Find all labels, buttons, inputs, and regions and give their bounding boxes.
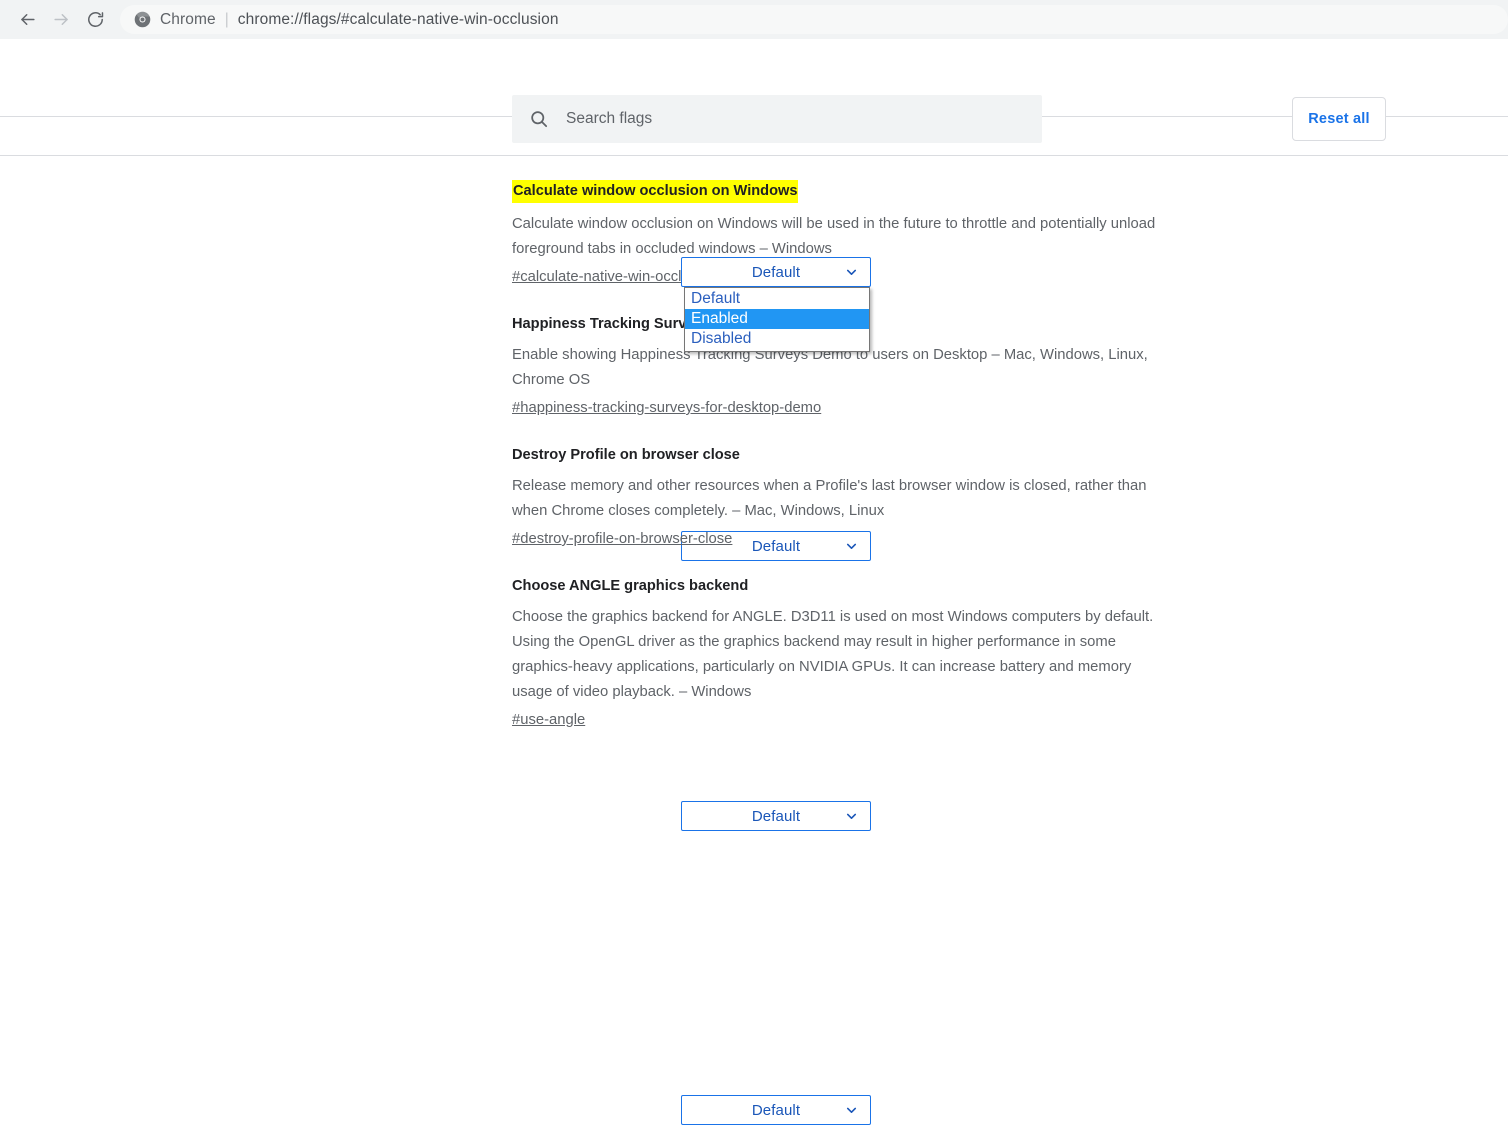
flag-permalink[interactable]: #use-angle — [512, 708, 585, 733]
flag-select-value: Default — [751, 1101, 801, 1119]
flag-entry: Calculate window occlusion on Windows Ca… — [0, 156, 1508, 352]
arrow-left-icon — [18, 10, 37, 29]
search-icon — [528, 108, 550, 130]
flag-title: Destroy Profile on browser close — [512, 447, 740, 463]
flag-title: Calculate window occlusion on Windows — [512, 180, 799, 203]
chrome-logo-icon — [134, 11, 151, 28]
flag-list: Calculate window occlusion on Windows Ca… — [0, 156, 1508, 1125]
flag-entry: Destroy Profile on browser close Release… — [0, 421, 1508, 831]
flags-page: Reset all Calculate window occlusion on … — [0, 39, 1508, 1125]
chevron-down-icon — [844, 809, 859, 824]
back-button[interactable] — [10, 3, 44, 37]
flag-permalink[interactable]: #happiness-tracking-surveys-for-desktop-… — [512, 396, 821, 421]
select-option[interactable]: Default — [685, 289, 869, 309]
omnibox[interactable]: Chrome | chrome://flags/#calculate-nativ… — [120, 5, 1508, 34]
omnibox-brand-label: Chrome — [160, 10, 216, 28]
select-option-highlighted[interactable]: Enabled — [685, 309, 869, 329]
chevron-down-icon — [844, 265, 859, 280]
flag-title: Choose ANGLE graphics backend — [512, 578, 749, 594]
flag-select[interactable]: Default — [681, 801, 871, 831]
reload-button[interactable] — [78, 3, 112, 37]
flag-description: Choose the graphics backend for ANGLE. D… — [512, 609, 1154, 700]
reload-icon — [86, 10, 105, 29]
flag-description: Calculate window occlusion on Windows wi… — [512, 216, 1156, 257]
arrow-right-icon — [52, 10, 71, 29]
flag-text-block: Choose ANGLE graphics backend Choose the… — [512, 552, 1172, 733]
omnibox-separator: | — [224, 10, 229, 28]
flag-select-holder: Default — [681, 801, 871, 831]
flag-select-options[interactable]: Default Enabled Disabled — [684, 287, 870, 352]
flag-select-holder: Default — [681, 1095, 871, 1125]
omnibox-url-text[interactable]: chrome://flags/#calculate-native-win-occ… — [238, 11, 559, 29]
flag-select-holder: Default Default Enabled Disabled — [681, 257, 871, 352]
flag-text-block: Destroy Profile on browser close Release… — [512, 421, 1172, 552]
reset-all-button[interactable]: Reset all — [1292, 97, 1386, 141]
flag-select[interactable]: Default — [681, 1095, 871, 1125]
forward-button[interactable] — [44, 3, 78, 37]
select-option[interactable]: Disabled — [685, 329, 869, 349]
flag-permalink[interactable]: #destroy-profile-on-browser-close — [512, 527, 732, 552]
search-flags-field[interactable] — [512, 95, 1042, 143]
search-input[interactable] — [566, 110, 1026, 128]
flag-description: Release memory and other resources when … — [512, 478, 1147, 519]
flag-select-value: Default — [751, 807, 801, 825]
browser-toolbar: Chrome | chrome://flags/#calculate-nativ… — [0, 0, 1508, 39]
chevron-down-icon — [844, 1103, 859, 1118]
flags-header: Reset all — [0, 39, 1508, 143]
flag-select-value: Default — [751, 263, 801, 281]
flag-entry: Choose ANGLE graphics backend Choose the… — [0, 552, 1508, 1125]
flag-select[interactable]: Default — [681, 257, 871, 287]
